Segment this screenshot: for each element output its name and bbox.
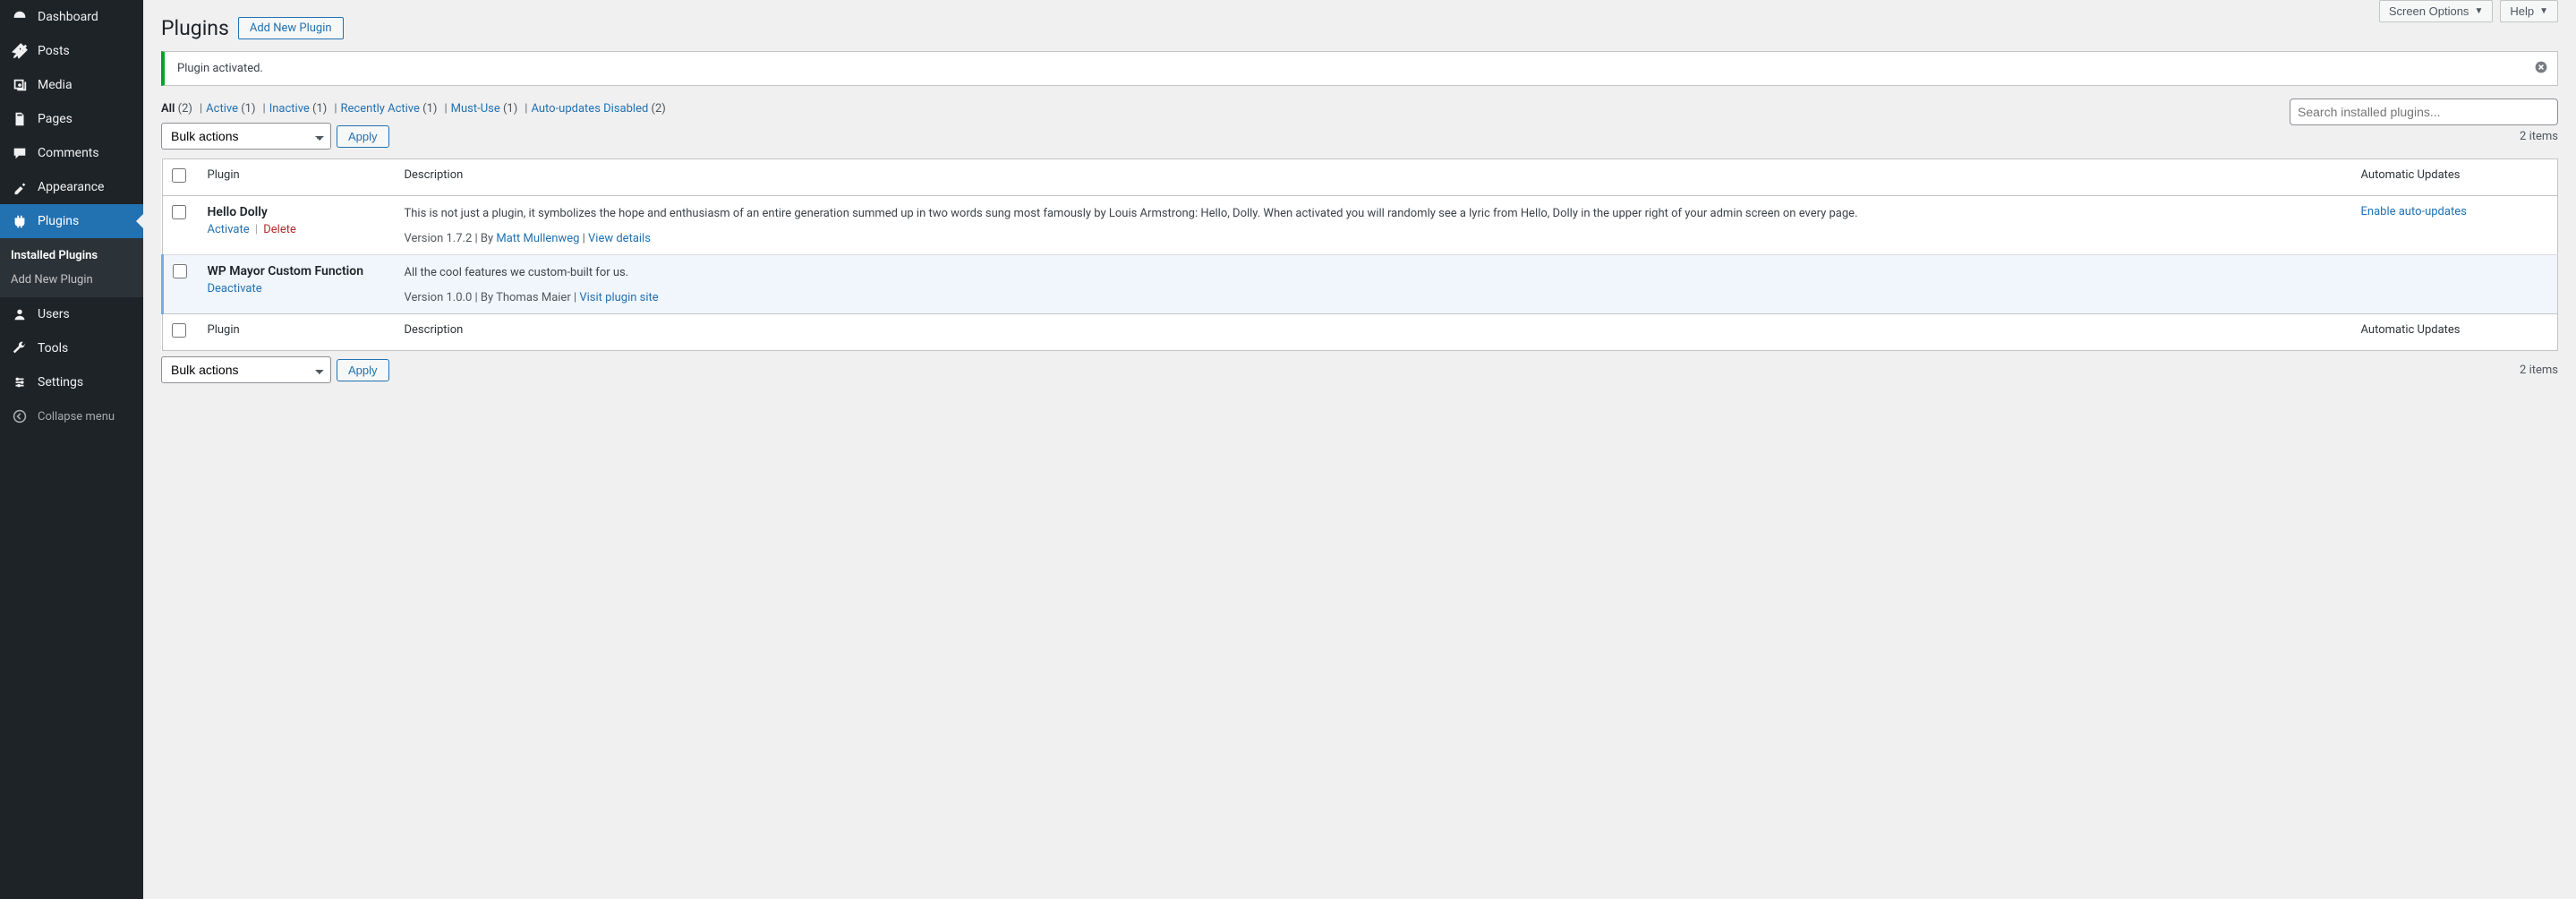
col-plugin-footer[interactable]: Plugin xyxy=(199,314,396,351)
close-icon xyxy=(2534,60,2548,74)
comments-icon xyxy=(11,144,29,162)
search-plugins-input[interactable] xyxy=(2290,98,2558,125)
media-icon xyxy=(11,76,29,94)
col-description-header[interactable]: Description xyxy=(396,159,2352,196)
collapse-menu[interactable]: Collapse menu xyxy=(0,399,143,433)
dismiss-notice-button[interactable] xyxy=(2534,60,2548,78)
screen-options-button[interactable]: Screen Options ▼ xyxy=(2379,0,2494,22)
plugin-action-delete[interactable]: Delete xyxy=(263,223,296,236)
plugin-name: WP Mayor Custom Function xyxy=(208,264,387,278)
notice-activated: Plugin activated. xyxy=(161,51,2558,86)
filter-link[interactable]: Must-Use xyxy=(451,102,500,116)
col-auto-header[interactable]: Automatic Updates xyxy=(2352,159,2558,196)
plugin-row: Hello DollyActivate | DeleteThis is not … xyxy=(163,196,2558,255)
sidebar-item-label: Pages xyxy=(38,112,73,126)
plugin-row: WP Mayor Custom Function Deactivate All th… xyxy=(163,255,2558,314)
plugin-filters: All (2) | Active (1) | Inactive (1) | Re… xyxy=(161,102,2558,116)
filter-link[interactable]: Inactive xyxy=(269,102,310,116)
sidebar-item-label: Posts xyxy=(38,44,70,58)
sidebar-item-label: Tools xyxy=(38,341,68,355)
col-plugin-header[interactable]: Plugin xyxy=(199,159,396,196)
plugin-details-link[interactable]: Visit plugin site xyxy=(579,291,658,304)
col-description-footer[interactable]: Description xyxy=(396,314,2352,351)
users-icon xyxy=(11,305,29,323)
sidebar-item-label: Plugins xyxy=(38,214,79,228)
items-count-top: 2 items xyxy=(2520,130,2558,143)
sidebar-item-appearance[interactable]: Appearance xyxy=(0,170,143,204)
plugins-table: Plugin Description Automatic Updates Hel… xyxy=(161,158,2558,351)
sidebar-item-label: Users xyxy=(38,307,70,321)
main-content: Screen Options ▼ Help ▼ Plugins Add New … xyxy=(143,0,2576,899)
plugin-name: Hello Dolly xyxy=(208,205,387,219)
caret-down-icon: ▼ xyxy=(2539,6,2548,16)
sidebar-item-label: Comments xyxy=(38,146,99,160)
tools-icon xyxy=(11,339,29,357)
select-plugin-checkbox[interactable] xyxy=(172,205,186,219)
filter-link[interactable]: Recently Active xyxy=(341,102,420,116)
plugin-meta: Version 1.7.2 | By Matt Mullenweg | View… xyxy=(405,232,2343,245)
plugin-description: All the cool features we custom-built fo… xyxy=(405,264,2343,282)
sidebar-item-label: Settings xyxy=(38,375,83,390)
plugins-icon xyxy=(11,212,29,230)
sidebar-item-label: Appearance xyxy=(38,180,104,194)
apply-bulk-button-top[interactable]: Apply xyxy=(337,125,389,148)
submenu-item[interactable]: Add New Plugin xyxy=(0,268,143,292)
enable-auto-updates-link[interactable]: Enable auto-updates xyxy=(2361,205,2467,218)
filter-link[interactable]: Active xyxy=(206,102,238,116)
bulk-actions-select-bottom[interactable]: Bulk actions xyxy=(161,356,331,383)
plugin-description: This is not just a plugin, it symbolizes… xyxy=(405,205,2343,223)
sidebar-item-posts[interactable]: Posts xyxy=(0,34,143,68)
sidebar-item-dashboard[interactable]: Dashboard xyxy=(0,0,143,34)
select-all-top[interactable] xyxy=(172,168,186,183)
collapse-label: Collapse menu xyxy=(38,410,115,424)
plugin-author-link[interactable]: Matt Mullenweg xyxy=(496,232,579,245)
pages-icon xyxy=(11,110,29,128)
sidebar-item-label: Media xyxy=(38,78,73,92)
items-count-bottom: 2 items xyxy=(2520,364,2558,377)
sidebar-item-plugins[interactable]: Plugins xyxy=(0,204,143,238)
plugin-details-link[interactable]: View details xyxy=(588,232,651,245)
screen-options-label: Screen Options xyxy=(2389,4,2469,18)
settings-icon xyxy=(11,373,29,391)
caret-down-icon: ▼ xyxy=(2474,6,2483,16)
sidebar-item-comments[interactable]: Comments xyxy=(0,136,143,170)
filter-link[interactable]: Auto-updates Disabled xyxy=(531,102,648,116)
sidebar-item-settings[interactable]: Settings xyxy=(0,365,143,399)
apply-bulk-button-bottom[interactable]: Apply xyxy=(337,359,389,381)
bulk-actions-select[interactable]: Bulk actions xyxy=(161,123,331,150)
col-auto-footer[interactable]: Automatic Updates xyxy=(2352,314,2558,351)
appearance-icon xyxy=(11,178,29,196)
sidebar-item-label: Dashboard xyxy=(38,10,98,24)
add-new-plugin-button[interactable]: Add New Plugin xyxy=(238,17,344,39)
page-title: Plugins xyxy=(161,16,229,40)
sidebar-item-pages[interactable]: Pages xyxy=(0,102,143,136)
posts-icon xyxy=(11,42,29,60)
sidebar-item-users[interactable]: Users xyxy=(0,297,143,331)
sidebar-item-media[interactable]: Media xyxy=(0,68,143,102)
submenu-item[interactable]: Installed Plugins xyxy=(0,244,143,268)
select-plugin-checkbox[interactable] xyxy=(173,264,187,278)
dashboard-icon xyxy=(11,8,29,26)
collapse-icon xyxy=(11,407,29,425)
help-button[interactable]: Help ▼ xyxy=(2500,0,2558,22)
plugin-meta: Version 1.0.0 | By Thomas Maier | Visit … xyxy=(405,291,2343,304)
notice-text: Plugin activated. xyxy=(177,62,263,75)
plugin-action-activate[interactable]: Activate xyxy=(208,223,250,236)
sidebar-item-tools[interactable]: Tools xyxy=(0,331,143,365)
plugin-action-deactivate[interactable]: Deactivate xyxy=(208,282,262,295)
select-all-bottom[interactable] xyxy=(172,323,186,338)
filter-current: All xyxy=(161,102,175,116)
help-label: Help xyxy=(2510,4,2534,18)
admin-sidebar: Dashboard Posts Media Pages Comments Appearan… xyxy=(0,0,143,899)
